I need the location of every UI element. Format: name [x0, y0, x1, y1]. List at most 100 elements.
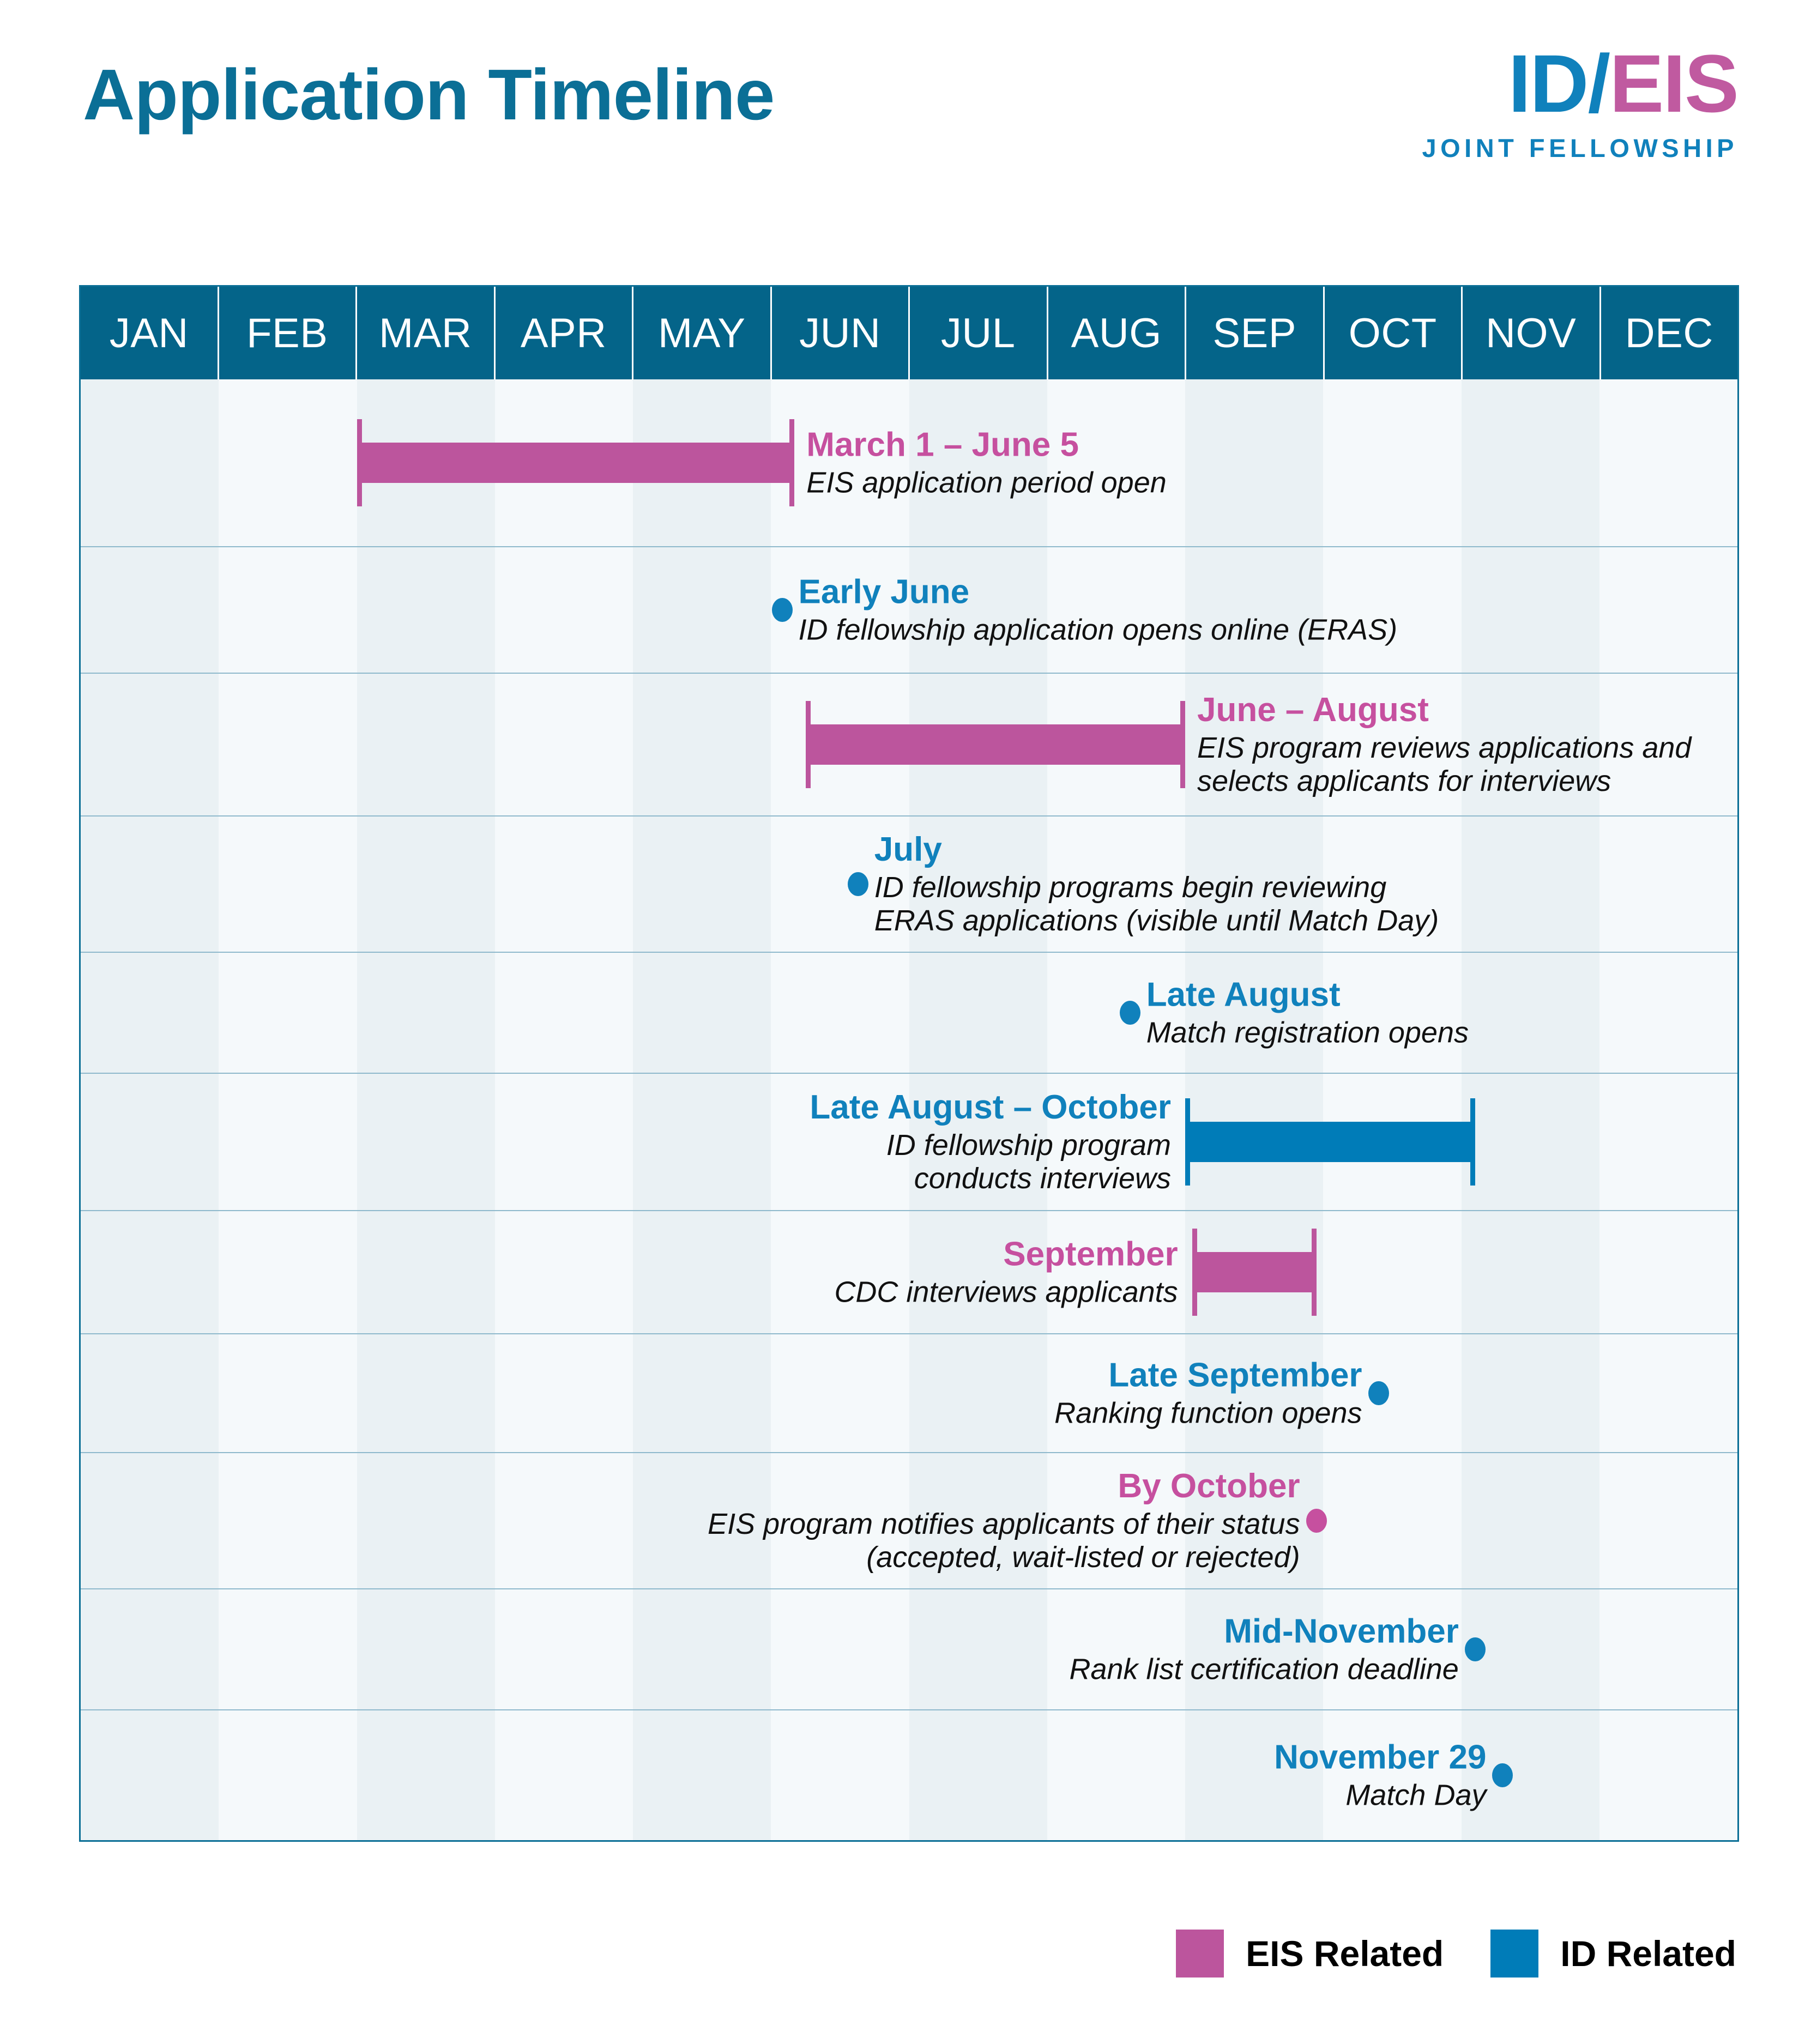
timeline-event-label: Early June ID fellowship application open… — [799, 573, 1398, 646]
bar-fill — [1192, 1252, 1317, 1292]
event-title: Early June — [798, 573, 970, 611]
month-header-aug: AUG — [1048, 287, 1186, 379]
timeline-rows: March 1 – June 5 EIS application period o… — [81, 379, 1737, 1840]
timeline-milestone-dot — [847, 872, 868, 896]
timeline-infographic: Application Timeline ID/EIS JOINT FELLOW… — [0, 0, 1817, 2044]
month-header-sep: SEP — [1186, 287, 1325, 379]
bar-end-cap-right — [1470, 1098, 1475, 1186]
timeline-row: Mid-November Rank list certification dead… — [81, 1589, 1737, 1710]
legend: EIS Related ID Related — [1176, 1930, 1736, 1978]
month-header-feb: FEB — [219, 287, 357, 379]
timeline-milestone-dot — [1368, 1381, 1389, 1405]
timeline-milestone-dot — [1306, 1509, 1327, 1533]
timeline-row: By October EIS program notifies applicant… — [81, 1453, 1737, 1589]
event-title: June – August — [1197, 691, 1429, 729]
timeline-event-label: June – August EIS program reviews applica… — [1197, 691, 1691, 798]
event-title: July — [874, 830, 942, 868]
month-header-may: MAY — [633, 287, 772, 379]
timeline-row: November 29 Match Day — [81, 1710, 1737, 1840]
month-header-oct: OCT — [1325, 287, 1463, 379]
brand-logo: ID/EIS JOINT FELLOWSHIP — [1422, 43, 1739, 163]
timeline-track: March 1 – June 5 EIS application period o… — [81, 379, 1737, 546]
month-header-jun: JUN — [772, 287, 910, 379]
event-description: ID fellowship programs begin reviewing E… — [874, 871, 1439, 938]
event-description: Match registration opens — [1146, 1016, 1469, 1049]
event-title: Late August — [1146, 976, 1341, 1014]
month-header-jul: JUL — [910, 287, 1048, 379]
logo-subtitle: JOINT FELLOWSHIP — [1422, 134, 1738, 162]
month-header-nov: NOV — [1463, 287, 1601, 379]
bar-end-cap-right — [789, 419, 795, 506]
timeline-event-label: Mid-November Rank list certification dead… — [1069, 1612, 1458, 1686]
legend-item-eis: EIS Related — [1176, 1930, 1444, 1978]
timeline-row: June – August EIS program reviews applica… — [81, 674, 1737, 817]
timeline-track: September CDC interviews applicants — [81, 1211, 1737, 1333]
timeline-milestone-dot — [1492, 1763, 1513, 1787]
timeline-track: Early June ID fellowship application open… — [81, 547, 1737, 673]
timeline-track: Late August Match registration opens — [81, 953, 1737, 1073]
bar-end-cap-right — [1180, 701, 1185, 788]
timeline-bar — [1185, 1098, 1475, 1186]
timeline-row: July ID fellowship programs begin reviewi… — [81, 817, 1737, 953]
bar-fill — [1185, 1122, 1475, 1162]
month-header-row: JAN FEB MAR APR MAY JUN JUL AUG SEP OCT NOV DEC — [81, 287, 1737, 379]
timeline-track: Late September Ranking function opens — [81, 1334, 1737, 1452]
timeline-bar — [1192, 1229, 1317, 1316]
timeline-row: Late August Match registration opens — [81, 953, 1737, 1074]
timeline-track: June – August EIS program reviews applica… — [81, 674, 1737, 815]
event-title: By October — [1118, 1467, 1300, 1505]
timeline-track: Late August – October ID fellowship progr… — [81, 1074, 1737, 1210]
timeline-event-label: March 1 – June 5 EIS application period o… — [806, 426, 1166, 499]
timeline-track: By October EIS program notifies applicant… — [81, 1453, 1737, 1588]
timeline-event-label: Late September Ranking function opens — [1054, 1356, 1362, 1430]
event-description: Match Day — [1345, 1779, 1487, 1812]
timeline-bar — [357, 419, 795, 506]
bar-fill — [357, 443, 795, 483]
timeline-milestone-dot — [1464, 1637, 1486, 1661]
bar-fill — [805, 724, 1185, 765]
timeline-row: March 1 – June 5 EIS application period o… — [81, 379, 1737, 547]
event-description: Rank list certification deadline — [1069, 1653, 1459, 1686]
logo-wordmark: ID/EIS — [1422, 43, 1739, 124]
event-title: Late August – October — [810, 1088, 1171, 1126]
logo-eis-text: EIS — [1609, 38, 1739, 129]
event-description: EIS program notifies applicants of their… — [708, 1508, 1300, 1574]
bar-end-cap-left — [805, 701, 811, 788]
timeline-track: July ID fellowship programs begin reviewi… — [81, 817, 1737, 952]
legend-label-id: ID Related — [1560, 1933, 1736, 1974]
event-description: EIS program reviews applications and sel… — [1197, 731, 1692, 798]
logo-slash: / — [1587, 38, 1611, 129]
timeline-event-label: By October EIS program notifies applicant… — [708, 1467, 1300, 1574]
timeline-milestone-dot — [771, 598, 793, 622]
event-title: September — [1003, 1235, 1178, 1273]
legend-swatch-eis — [1176, 1930, 1224, 1978]
timeline-row: Late August – October ID fellowship progr… — [81, 1074, 1737, 1211]
month-header-mar: MAR — [357, 287, 496, 379]
logo-id-text: ID — [1508, 38, 1589, 129]
timeline-event-label: November 29 Match Day — [1274, 1738, 1486, 1812]
event-description: Ranking function opens — [1054, 1396, 1362, 1430]
bar-end-cap-left — [357, 419, 362, 506]
timeline-event-label: July ID fellowship programs begin reviewi… — [874, 831, 1439, 938]
month-header-dec: DEC — [1625, 310, 1713, 356]
timeline-event-label: Late August – October ID fellowship progr… — [810, 1088, 1171, 1195]
page-title: Application Timeline — [83, 55, 775, 135]
timeline-row: Early June ID fellowship application open… — [81, 547, 1737, 674]
event-description: ID fellowship application opens online (… — [798, 613, 1398, 646]
timeline-table: JAN FEB MAR APR MAY JUN JUL AUG SEP OCT NOV DEC Mar… — [79, 285, 1739, 1842]
timeline-row: September CDC interviews applicants — [81, 1211, 1737, 1334]
month-header-jan: JAN — [81, 287, 219, 379]
event-title: Mid-November — [1224, 1612, 1459, 1650]
month-header-apr: APR — [496, 287, 633, 379]
bar-end-cap-left — [1185, 1098, 1190, 1186]
header: Application Timeline ID/EIS JOINT FELLOW… — [0, 0, 1817, 283]
timeline-event-label: Late August Match registration opens — [1146, 976, 1469, 1049]
event-description: CDC interviews applicants — [834, 1275, 1178, 1309]
timeline-event-label: September CDC interviews applicants — [834, 1235, 1178, 1309]
timeline-milestone-dot — [1119, 1001, 1140, 1025]
legend-label-eis: EIS Related — [1246, 1933, 1444, 1974]
event-title: March 1 – June 5 — [806, 426, 1079, 464]
event-description: EIS application period open — [806, 466, 1167, 499]
bar-end-cap-right — [1311, 1229, 1317, 1316]
timeline-track: Mid-November Rank list certification dead… — [81, 1589, 1737, 1709]
